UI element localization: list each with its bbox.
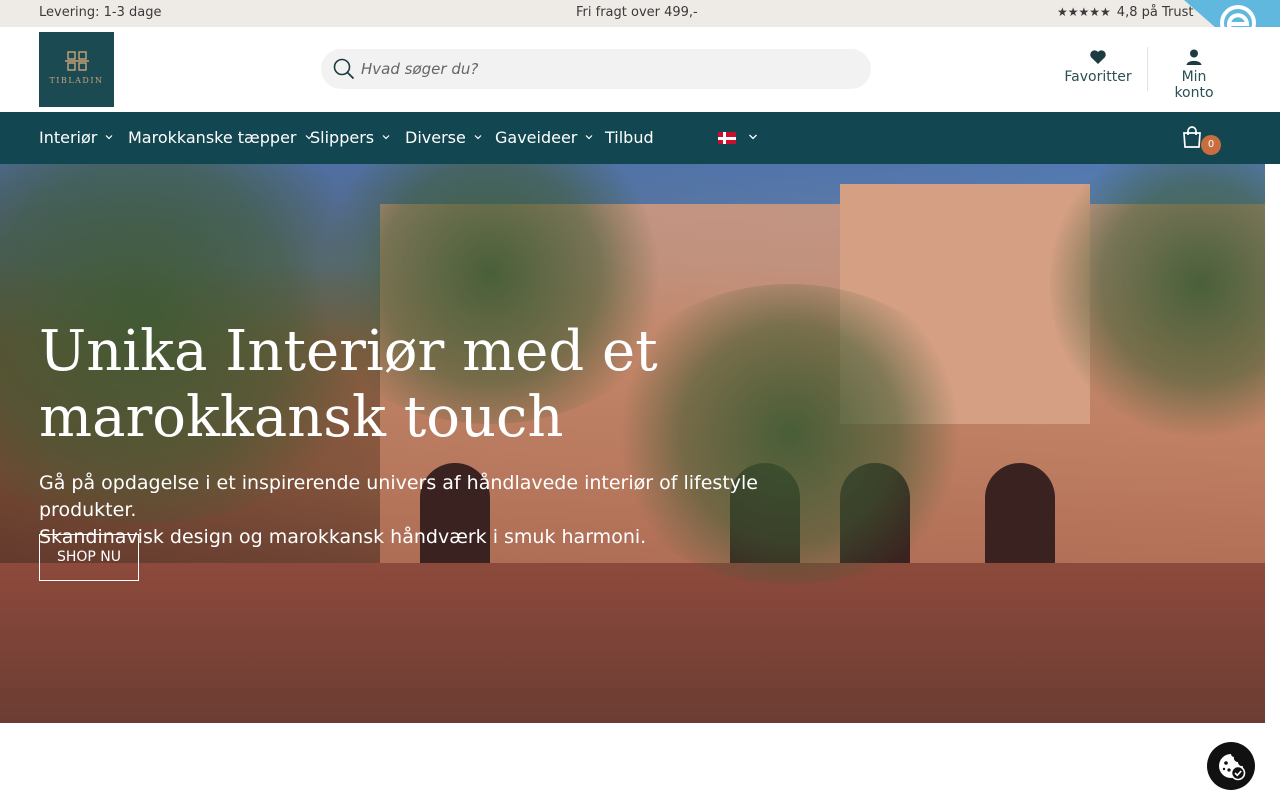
- hero-subtitle: Gå på opdagelse i et inspirerende univer…: [39, 470, 839, 551]
- search-bar[interactable]: [321, 49, 871, 89]
- shop-now-button[interactable]: SHOP NU: [39, 534, 139, 581]
- nav-label: Gaveideer: [495, 128, 578, 147]
- account-link[interactable]: Min konto: [1160, 49, 1228, 101]
- search-icon[interactable]: [333, 58, 355, 80]
- header-divider: [1147, 47, 1148, 91]
- nav-item-offers[interactable]: Tilbud: [605, 128, 654, 147]
- logo-emblem-icon: [64, 51, 89, 71]
- nav-label: Diverse: [405, 128, 466, 147]
- rating-stars: ★★★★★: [1057, 5, 1111, 19]
- hero-subtitle-line: Gå på opdagelse i et inspirerende univer…: [39, 472, 758, 521]
- hero-banner: Unika Interiør med et marokkansk touch G…: [0, 164, 1265, 723]
- cart-count-badge[interactable]: 0: [1201, 135, 1221, 155]
- trustpilot-rating[interactable]: ★★★★★ 4,8 på Trust: [1057, 5, 1193, 20]
- cookie-consent-button[interactable]: [1207, 742, 1255, 790]
- chevron-down-icon: [105, 135, 113, 140]
- nav-label: Tilbud: [605, 128, 654, 147]
- logo[interactable]: TIBLADIN: [39, 32, 114, 107]
- hero-courtyard: [0, 563, 1265, 723]
- hero-title: Unika Interiør med et marokkansk touch: [39, 319, 658, 450]
- nav-label: Interiør: [39, 128, 98, 147]
- chevron-down-icon: [585, 135, 593, 140]
- nav-item-gifts[interactable]: Gaveideer: [495, 128, 593, 147]
- chevron-down-icon[interactable]: [748, 132, 758, 142]
- nav-item-rugs[interactable]: Marokkanske tæpper: [128, 128, 313, 147]
- danish-flag-icon[interactable]: [718, 132, 736, 144]
- nav-item-misc[interactable]: Diverse: [405, 128, 482, 147]
- cookie-icon: [1219, 754, 1246, 781]
- favorites-link[interactable]: Favoritter: [1062, 49, 1134, 85]
- main-navigation: Interiør Marokkanske tæpper Slippers Div…: [0, 112, 1280, 164]
- user-icon: [1186, 49, 1202, 65]
- announcement-bar: Levering: 1-3 dage Fri fragt over 499,- …: [0, 0, 1280, 27]
- nav-label: Marokkanske tæpper: [128, 128, 297, 147]
- nav-label: Slippers: [310, 128, 375, 147]
- favorites-label: Favoritter: [1064, 69, 1132, 85]
- heart-icon: [1090, 50, 1106, 64]
- site-header: TIBLADIN Favoritter Min konto: [0, 27, 1280, 112]
- nav-item-slippers[interactable]: Slippers: [310, 128, 390, 147]
- account-label: Min konto: [1174, 69, 1214, 101]
- hero-subtitle-line: Skandinavisk design og marokkansk håndvæ…: [39, 526, 647, 548]
- free-shipping-text: Fri fragt over 499,-: [576, 5, 698, 20]
- hero-arch: [985, 463, 1055, 573]
- chevron-down-icon: [474, 135, 482, 140]
- logo-text: TIBLADIN: [49, 76, 104, 85]
- cart-icon[interactable]: [1182, 126, 1202, 148]
- chevron-down-icon: [382, 135, 390, 140]
- delivery-text: Levering: 1-3 dage: [39, 5, 162, 20]
- search-input[interactable]: [361, 49, 851, 89]
- nav-item-interior[interactable]: Interiør: [39, 128, 113, 147]
